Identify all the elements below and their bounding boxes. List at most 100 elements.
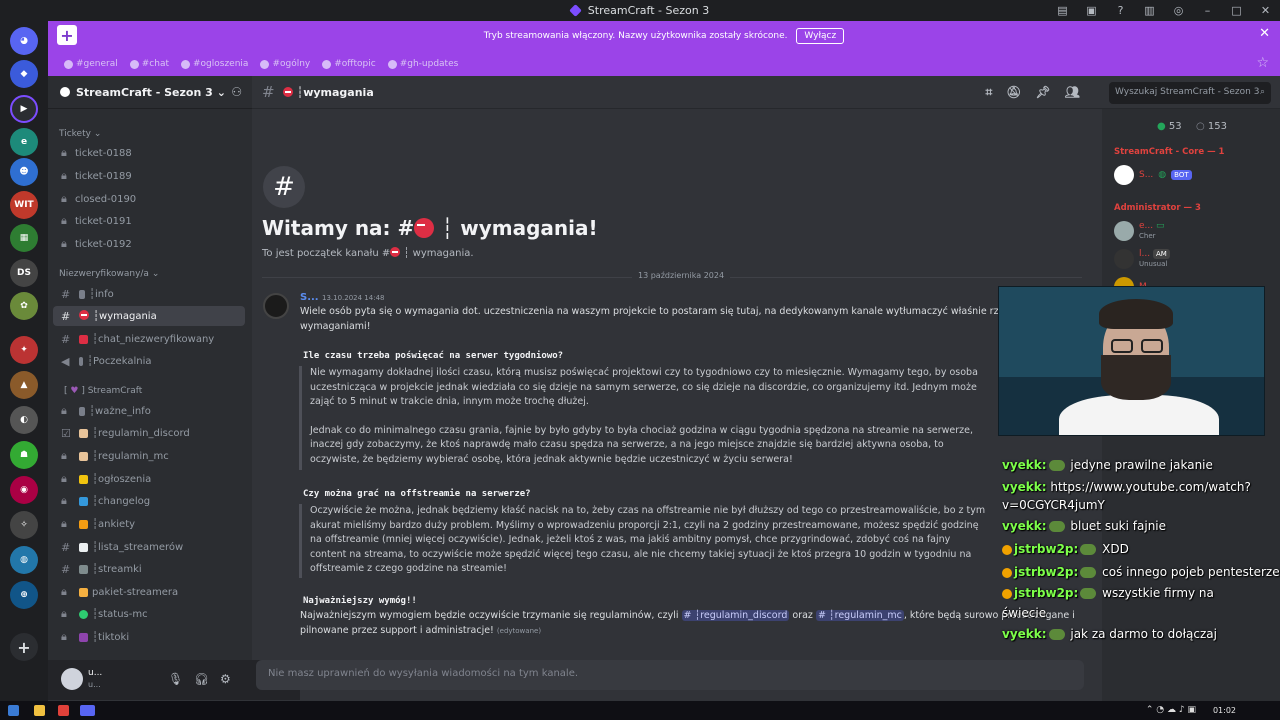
server-icon[interactable]: ✧ [10,511,38,539]
category-tickety[interactable]: Tickety ⌄ [59,129,101,139]
channel-ticket[interactable]: 🔒︎ ticket-0192 [53,234,245,254]
chat-line: vyekk: jedyne prawilne jakanie [1002,458,1213,472]
emote-icon [1048,629,1065,640]
invite-icon[interactable]: ⚇ [231,85,242,99]
server-icon[interactable]: ◍ [10,546,38,574]
server-icon[interactable]: ☗ [10,441,38,469]
inbox-icon[interactable]: ▤ [1048,4,1077,17]
threads-icon[interactable]: ⌗ [986,85,993,100]
server-icon[interactable]: ☻ [10,158,38,186]
file-explorer-icon[interactable] [34,705,45,716]
hash-icon: # [262,83,275,101]
notification-icon[interactable]: 🔕︎ [1006,85,1021,100]
channel-ankiety[interactable]: 🔒︎ ┆ankiety [53,514,245,534]
message-author[interactable]: S... [300,292,319,303]
server-icon[interactable]: ◐ [10,406,38,434]
screen-icon[interactable]: ▣ [1077,4,1106,17]
channel-changelog[interactable]: 🔒︎ ┆changelog [53,491,245,511]
channel-ticket[interactable]: 🔒︎ ticket-0191 [53,211,245,231]
server-header[interactable]: StreamCraft - Sezon 3 ⌄ ⚇ [48,76,252,109]
lock-icon: 🔒︎ [61,494,67,507]
system-tray[interactable]: ⌃ ◔ ☁ ♪ ▣ [1146,705,1196,715]
microphone-icon[interactable]: 🎙︎ [168,672,183,686]
message-text: pilnowane przez support i administracje!… [300,625,542,636]
lock-icon: 🔒︎ [61,404,67,417]
role-header: StreamCraft - Core — 1 [1114,147,1225,157]
quick-channel[interactable]: #offtopic [322,59,376,69]
search-input[interactable]: Wyszukaj StreamCraft - Sezon 3 ⌕ [1109,82,1271,104]
channel-regulamin-discord[interactable]: ☑ ┆regulamin_discord [53,423,245,443]
server-icon[interactable]: ✦ [10,336,38,364]
server-icon[interactable]: ◆ [10,60,38,88]
channel-mention[interactable]: # ┆regulamin_mc [815,610,904,621]
quick-channel[interactable]: #chat [129,59,169,69]
emote-icon [1080,588,1097,599]
clock: 01:02 [1212,706,1236,715]
blockquote: Oczywiście że można, jednak będziemy kła… [299,504,989,578]
channel-info[interactable]: # ┆info [53,284,245,304]
star-icon[interactable]: ☆ [1256,55,1269,71]
channel-mention[interactable]: # ┆regulamin_discord [681,610,790,621]
browser-icon[interactable]: ◎ [1164,4,1193,17]
category-streamcraft[interactable]: [ ♥ ] StreamCraft [64,386,142,396]
disable-streamer-mode-button[interactable]: Wyłącz [796,28,845,44]
channel-ticket[interactable]: 🔒︎ ticket-0189 [53,166,245,186]
chat-line: vyekk: jak za darmo to dołączaj [1002,627,1217,641]
category-niezweryfikowany[interactable]: Niezweryfikowany/a ⌄ [59,269,159,279]
server-icon[interactable]: ◉ [10,476,38,504]
gear-icon[interactable]: ⚙ [220,672,231,686]
channel-ogloszenia[interactable]: 🔒︎ ┆ogłoszenia [53,469,245,489]
close-window-button[interactable]: ✕ [1251,4,1280,17]
channel-streamki[interactable]: # ┆streamki [53,559,245,579]
browser-icon[interactable] [58,705,69,716]
quick-channel[interactable]: #gh-updates [387,59,458,69]
server-icon[interactable]: ✿ [10,292,38,320]
channel-wazne-info[interactable]: 🔒︎ ┆ważne_info [53,401,245,421]
channel-chat-niezweryfikowany[interactable]: # ┆chat_niezweryfikowany [53,329,245,349]
avatar[interactable] [61,668,83,690]
quick-channel[interactable]: #ogloszenia [181,59,248,69]
channel-wymagania[interactable]: # ┆wymagania [53,306,245,326]
quick-channel[interactable]: #ogólny [260,59,310,69]
server-logo-icon [60,87,70,97]
discord-taskbar-icon[interactable] [80,705,95,716]
channel-ticket[interactable]: 🔒︎ ticket-0188 [53,143,245,163]
member-item[interactable]: S... ◍ BOT [1114,165,1192,185]
server-icon-streamcraft[interactable]: ▶ [10,95,38,123]
channel-lista-streamerow[interactable]: # ┆lista_streamerów [53,537,245,557]
channel-poczekalnia[interactable]: ◀ ┆Poczekalnia [53,351,245,371]
close-icon[interactable]: ✕ [1259,26,1270,41]
date-divider: 13 października 2024 [262,271,1082,280]
user-status: u... [88,680,101,689]
server-icon[interactable]: DS [10,259,38,287]
channel-pakiet-streamera[interactable]: 🔒︎ pakiet-streamera [53,582,245,602]
member-item[interactable]: e... ▭ Cher [1114,221,1165,241]
document-icon[interactable]: ▥ [1135,4,1164,17]
channel-tiktoki[interactable]: 🔒︎ ┆tiktoki [53,627,245,647]
minimize-button[interactable]: – [1193,4,1222,17]
lock-icon: 🔒︎ [61,585,67,598]
add-server-icon[interactable]: + [10,633,38,661]
members-icon[interactable]: 👥︎ [1065,85,1080,100]
member-item[interactable]: l... AM Unusual [1114,249,1170,269]
headphones-icon[interactable]: 🎧︎ [194,672,209,686]
channel-ticket[interactable]: 🔒︎ closed-0190 [53,189,245,209]
server-icon[interactable]: WIT [10,191,38,219]
discord-home-icon[interactable]: ◕ [10,27,38,55]
server-icon[interactable]: ▦ [10,224,38,252]
avatar[interactable] [263,293,289,319]
pin-icon[interactable]: 📌︎ [1036,85,1051,100]
server-icon[interactable]: ▲ [10,371,38,399]
server-icon[interactable]: e [10,128,38,156]
channel-regulamin-mc[interactable]: 🔒︎ ┆regulamin_mc [53,446,245,466]
hash-icon: # [263,166,305,208]
maximize-button[interactable]: □ [1222,4,1251,17]
lock-icon: 🔒︎ [61,449,67,462]
help-icon[interactable]: ? [1106,4,1135,17]
lock-icon: 🔒︎ [61,517,67,530]
quick-channel[interactable]: #general [64,59,118,69]
windows-start-icon[interactable] [8,705,19,716]
server-icon[interactable]: ⊕ [10,581,38,609]
channel-status-mc[interactable]: 🔒︎ ┆status-mc [53,604,245,624]
welcome-title: Witamy na: # ┆ wymagania! [262,216,598,240]
